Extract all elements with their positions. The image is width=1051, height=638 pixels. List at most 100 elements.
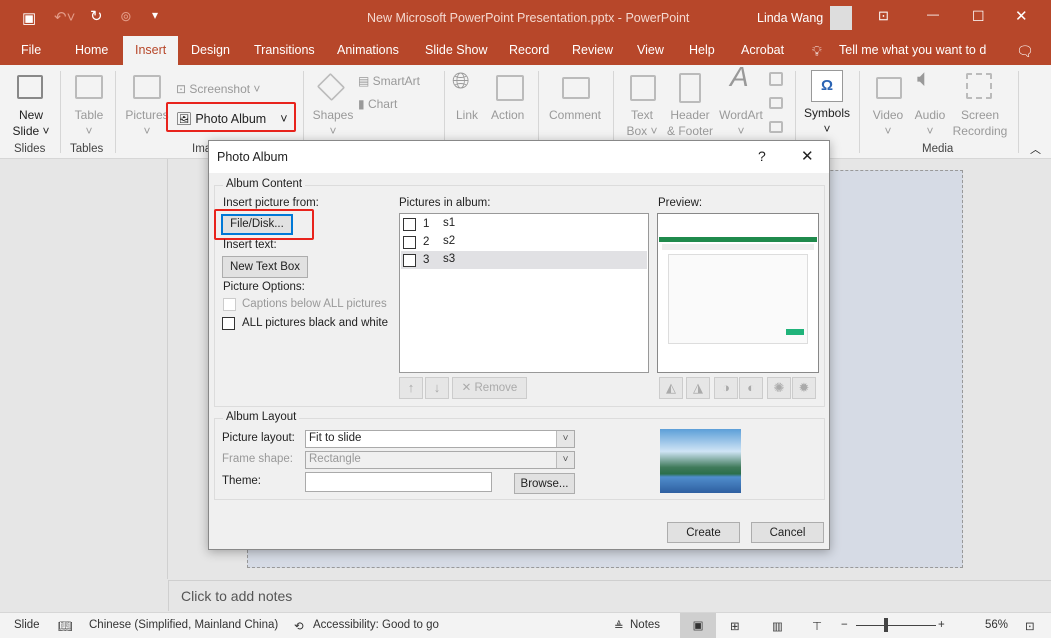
tab-slide-show[interactable]: Slide Show (425, 43, 488, 57)
picture-checkbox[interactable] (403, 254, 416, 267)
label: ˅ (329, 124, 337, 138)
spelling-icon[interactable]: 📖︎ (58, 619, 73, 633)
user-name[interactable]: Linda Wang (757, 11, 823, 25)
contrast-up-button[interactable]: ◑ (714, 377, 738, 399)
label: Chart (367, 97, 398, 111)
fit-slide-icon[interactable]: ⊡ (1025, 619, 1035, 633)
text-box-button[interactable]: Text Box ˅ (622, 107, 662, 139)
slide-number-icon[interactable] (769, 97, 783, 109)
file-disk-button[interactable]: File/Disk... (221, 214, 293, 235)
header-footer-button[interactable]: Header & Footer (664, 107, 716, 139)
cancel-button[interactable]: Cancel (751, 522, 824, 543)
picture-layout-select[interactable]: Fit to slide ˅ (305, 430, 575, 448)
screen-recording-button[interactable]: Screen Recording (950, 107, 1010, 139)
save-icon[interactable]: ▣ (22, 9, 36, 27)
picture-layout-label: Picture layout: (222, 432, 295, 444)
tab-animations[interactable]: Animations (337, 43, 399, 57)
tab-file[interactable]: File (21, 43, 41, 57)
comment-button[interactable]: Comment (549, 107, 601, 123)
zoom-slider-thumb[interactable] (884, 618, 888, 632)
action-button[interactable]: Action (491, 107, 524, 123)
collapse-ribbon-icon[interactable]: ︿ (1030, 141, 1041, 157)
move-down-button[interactable]: ↓ (425, 377, 449, 399)
reading-view-icon[interactable]: ▥ (772, 619, 783, 633)
label: Shapes (312, 108, 354, 122)
theme-input[interactable] (305, 472, 492, 492)
brightness-up-button[interactable]: ✺ (767, 377, 791, 399)
tab-design[interactable]: Design (191, 43, 230, 57)
rotate-right-button[interactable]: ◮ (686, 377, 710, 399)
audio-button[interactable]: Audio ˅ (910, 107, 950, 139)
notes-button[interactable]: Notes (630, 619, 660, 631)
dialog-close-button[interactable]: ✕ (801, 147, 814, 165)
move-up-button[interactable]: ↑ (399, 377, 423, 399)
comments-icon[interactable]: 🗨︎ (1016, 43, 1034, 60)
zoom-in-button[interactable]: + (938, 619, 945, 631)
symbols-button[interactable]: Symbols ˅ (800, 105, 854, 137)
slide-thumbnails-pane[interactable] (0, 159, 168, 579)
slideshow-icon[interactable]: ⊤ (812, 619, 822, 633)
close-icon[interactable]: ✕ (1015, 7, 1028, 25)
screenshot-button[interactable]: ⊡ Screenshot ˅ (176, 81, 260, 97)
help-button[interactable]: ? (758, 148, 766, 164)
black-white-checkbox[interactable] (222, 317, 235, 330)
zoom-slider[interactable] (856, 625, 936, 626)
insert-text-label: Insert text: (223, 239, 277, 251)
object-icon[interactable] (769, 121, 783, 133)
contrast-down-button[interactable]: ◐ (739, 377, 763, 399)
wordart-button[interactable]: WordArt ˅ (716, 107, 766, 139)
picture-checkbox[interactable] (403, 236, 416, 249)
tell-me-search[interactable]: Tell me what you want to d (839, 43, 986, 57)
captions-checkbox[interactable] (223, 298, 236, 311)
tab-home[interactable]: Home (75, 43, 108, 57)
label: WordArt (719, 108, 763, 122)
list-item[interactable]: 1 s1 (401, 215, 647, 233)
undo-icon[interactable]: ↶˅ (54, 8, 75, 26)
list-item[interactable]: 2 s2 (401, 233, 647, 251)
accessibility-icon[interactable]: ⟲ (294, 619, 304, 633)
photo-album-button[interactable]: 🖼︎ Photo Album ˅ (176, 111, 288, 127)
new-text-box-button[interactable]: New Text Box (222, 256, 308, 278)
rotate-left-button[interactable]: ◭ (659, 377, 683, 399)
tab-transitions[interactable]: Transitions (254, 43, 315, 57)
date-time-icon[interactable] (769, 72, 783, 86)
language-indicator[interactable]: Chinese (Simplified, Mainland China) (89, 619, 278, 631)
text-box-icon (630, 75, 656, 101)
list-item-selected[interactable]: 3 s3 (401, 251, 647, 269)
avatar[interactable] (830, 6, 852, 30)
remove-button[interactable]: ✕ Remove (452, 377, 527, 399)
link-button[interactable]: Link (456, 107, 478, 123)
smartart-button[interactable]: ▤ SmartArt (358, 73, 420, 89)
normal-view-icon[interactable]: ▣ (680, 613, 716, 638)
slide-sorter-icon[interactable]: ⊞ (730, 619, 740, 633)
notes-pane[interactable]: Click to add notes (168, 580, 1051, 611)
browse-button[interactable]: Browse... (514, 473, 575, 494)
present-icon[interactable]: ⊚ (120, 8, 132, 25)
create-button[interactable]: Create (667, 522, 740, 543)
ribbon-display-icon[interactable]: ⊡ (878, 8, 889, 24)
maximize-icon[interactable]: ☐ (972, 8, 985, 25)
customize-icon[interactable]: ▾ (152, 8, 158, 22)
picture-checkbox[interactable] (403, 218, 416, 231)
smartart-icon: ▤ (358, 74, 373, 88)
pictures-in-album-label: Pictures in album: (399, 197, 491, 209)
accessibility-status[interactable]: Accessibility: Good to go (313, 619, 439, 631)
zoom-level[interactable]: 56% (985, 619, 1008, 631)
chart-button[interactable]: ▮ Chart (358, 96, 397, 112)
chevron-down-icon: ˅ (556, 431, 574, 447)
zoom-out-button[interactable]: − (841, 619, 848, 631)
tab-insert[interactable]: Insert (123, 36, 179, 65)
label: Video (872, 108, 904, 122)
minimize-icon[interactable]: — (927, 7, 939, 21)
redo-icon[interactable]: ↻ (90, 7, 103, 25)
tab-acrobat[interactable]: Acrobat (741, 43, 784, 57)
frame-shape-select[interactable]: Rectangle ˅ (305, 451, 575, 469)
tab-help[interactable]: Help (689, 43, 715, 57)
video-button[interactable]: Video ˅ (868, 107, 908, 139)
tab-record[interactable]: Record (509, 43, 549, 57)
tab-view[interactable]: View (637, 43, 664, 57)
brightness-down-button[interactable]: ✹ (792, 377, 816, 399)
pictures-list[interactable]: 1 s1 2 s2 3 s3 (399, 213, 649, 373)
tab-review[interactable]: Review (572, 43, 613, 57)
label: ˅ (143, 124, 151, 138)
